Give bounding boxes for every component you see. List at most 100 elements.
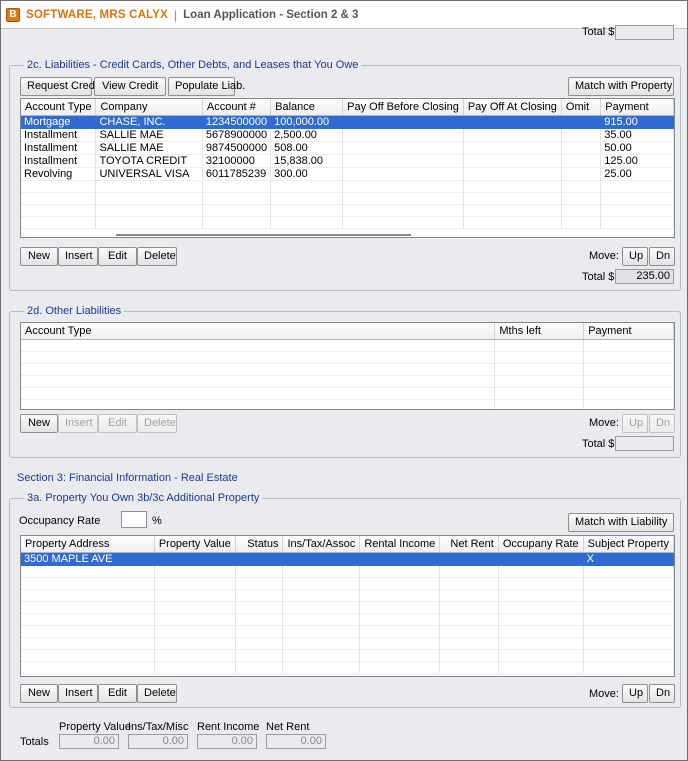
- other-insert-button[interactable]: Insert: [58, 414, 98, 433]
- table-cell: [21, 589, 155, 602]
- table-cell: [561, 216, 602, 229]
- table-row[interactable]: Installment SALLIE MAE 5678900000 2,500.00 3…: [21, 128, 674, 142]
- table-cell: Installment: [21, 141, 97, 155]
- empty-row[interactable]: [21, 565, 674, 578]
- table-cell: [21, 363, 496, 376]
- empty-row[interactable]: [21, 339, 674, 352]
- prop-up-button[interactable]: Up: [622, 684, 648, 703]
- other-liabilities-grid[interactable]: Account Type Mths left Payment: [20, 322, 675, 410]
- prop-delete-button[interactable]: Delete: [137, 684, 177, 703]
- col-occupancy-rate[interactable]: Occupany Rate: [498, 536, 584, 553]
- property-grid[interactable]: Property Address Property Value Status I…: [20, 535, 675, 677]
- empty-row[interactable]: [21, 375, 674, 388]
- liab-new-button[interactable]: New: [20, 247, 58, 266]
- empty-row[interactable]: [21, 577, 674, 590]
- table-cell: [154, 565, 236, 578]
- col-property-address[interactable]: Property Address: [21, 536, 155, 553]
- empty-row[interactable]: [21, 625, 674, 638]
- table-cell: 32100000: [202, 154, 272, 168]
- table-cell: SALLIE MAE: [95, 141, 203, 155]
- table-cell: 5678900000: [202, 128, 272, 142]
- prop-edit-button[interactable]: Edit: [98, 684, 137, 703]
- table-cell: [561, 192, 602, 205]
- empty-row[interactable]: [21, 649, 674, 662]
- table-cell: [21, 399, 496, 409]
- table-cell: [498, 625, 584, 638]
- empty-row[interactable]: [21, 192, 674, 205]
- col-net-rent[interactable]: Net Rent: [439, 536, 499, 553]
- table-row[interactable]: Installment TOYOTA CREDIT 32100000 15,838.0…: [21, 154, 674, 168]
- table-cell: [235, 601, 284, 614]
- table-cell: [154, 637, 236, 650]
- table-cell: [463, 180, 562, 193]
- empty-row[interactable]: [21, 204, 674, 217]
- table-cell: [561, 115, 602, 129]
- table-cell: [439, 565, 499, 578]
- liabilities-header-row: Account Type Company Account # Balance P…: [21, 99, 674, 116]
- col-payoff-at-closing[interactable]: Pay Off At Closing: [463, 99, 562, 116]
- table-cell: [342, 115, 464, 129]
- liab-down-button[interactable]: Dn: [649, 247, 675, 266]
- match-with-liability-button[interactable]: Match with Liability: [568, 513, 674, 532]
- match-with-property-button[interactable]: Match with Property: [568, 77, 674, 96]
- prop-new-button[interactable]: New: [20, 684, 58, 703]
- empty-row[interactable]: [21, 216, 674, 229]
- empty-row[interactable]: [21, 637, 674, 650]
- empty-row[interactable]: [21, 589, 674, 602]
- col-ins-tax-assoc[interactable]: Ins/Tax/Assoc: [282, 536, 361, 553]
- prop-down-button[interactable]: Dn: [649, 684, 675, 703]
- col-account-type[interactable]: Account Type: [21, 99, 97, 116]
- table-cell: [154, 577, 236, 590]
- col-property-value[interactable]: Property Value: [154, 536, 236, 553]
- col-mths-left[interactable]: Mths left: [494, 323, 585, 340]
- table-cell: [202, 180, 272, 193]
- table-row[interactable]: 3500 MAPLE AVE X: [21, 552, 674, 566]
- liab-up-button[interactable]: Up: [622, 247, 648, 266]
- other-new-button[interactable]: New: [20, 414, 58, 433]
- table-cell: Revolving: [21, 167, 97, 181]
- col-rental-income[interactable]: Rental Income: [359, 536, 441, 553]
- empty-row[interactable]: [21, 601, 674, 614]
- col-account-number[interactable]: Account #: [202, 99, 272, 116]
- other-delete-button[interactable]: Delete: [137, 414, 177, 433]
- table-cell: [235, 649, 284, 662]
- col-company[interactable]: Company: [95, 99, 203, 116]
- liabilities-scrollbar[interactable]: [116, 234, 411, 236]
- populate-liabilities-button[interactable]: Populate Liab.: [168, 77, 245, 96]
- table-row[interactable]: Revolving UNIVERSAL VISA 6011785239 300.00 2…: [21, 167, 674, 181]
- empty-row[interactable]: [21, 399, 674, 409]
- view-credit-button[interactable]: View Credit: [94, 77, 166, 96]
- title-separator: |: [174, 7, 178, 22]
- table-row[interactable]: Installment SALLIE MAE 9874500000 508.00 50.…: [21, 141, 674, 155]
- liab-edit-button[interactable]: Edit: [98, 247, 137, 266]
- col-balance[interactable]: Balance: [270, 99, 344, 116]
- prop-insert-button[interactable]: Insert: [58, 684, 98, 703]
- col-omit[interactable]: Omit: [561, 99, 602, 116]
- col-status[interactable]: Status: [235, 536, 284, 553]
- empty-row[interactable]: [21, 387, 674, 400]
- table-cell: [21, 625, 155, 638]
- table-row[interactable]: Mortgage CHASE, INC. 1234500000 100,000.00 9…: [21, 115, 674, 129]
- table-cell: 15,838.00: [270, 154, 344, 168]
- col-other-account-type[interactable]: Account Type: [21, 323, 496, 340]
- table-cell: [463, 115, 562, 129]
- other-up-button[interactable]: Up: [622, 414, 648, 433]
- table-cell: 915.00: [600, 115, 674, 129]
- col-payment[interactable]: Payment: [600, 99, 674, 116]
- liab-insert-button[interactable]: Insert: [58, 247, 98, 266]
- empty-row[interactable]: [21, 351, 674, 364]
- col-subject-property[interactable]: Subject Property: [583, 536, 674, 553]
- empty-row[interactable]: [21, 661, 674, 674]
- liabilities-grid[interactable]: Account Type Company Account # Balance P…: [20, 98, 675, 238]
- col-other-payment[interactable]: Payment: [583, 323, 674, 340]
- empty-row[interactable]: [21, 180, 674, 193]
- top-total-label: Total $: [582, 26, 615, 38]
- liab-delete-button[interactable]: Delete: [137, 247, 177, 266]
- other-edit-button[interactable]: Edit: [98, 414, 137, 433]
- occupancy-rate-input[interactable]: [121, 511, 147, 528]
- empty-row[interactable]: [21, 613, 674, 626]
- empty-row[interactable]: [21, 363, 674, 376]
- request-credit-button[interactable]: Request Credit: [20, 77, 100, 96]
- other-down-button[interactable]: Dn: [649, 414, 675, 433]
- col-payoff-before-closing[interactable]: Pay Off Before Closing: [342, 99, 464, 116]
